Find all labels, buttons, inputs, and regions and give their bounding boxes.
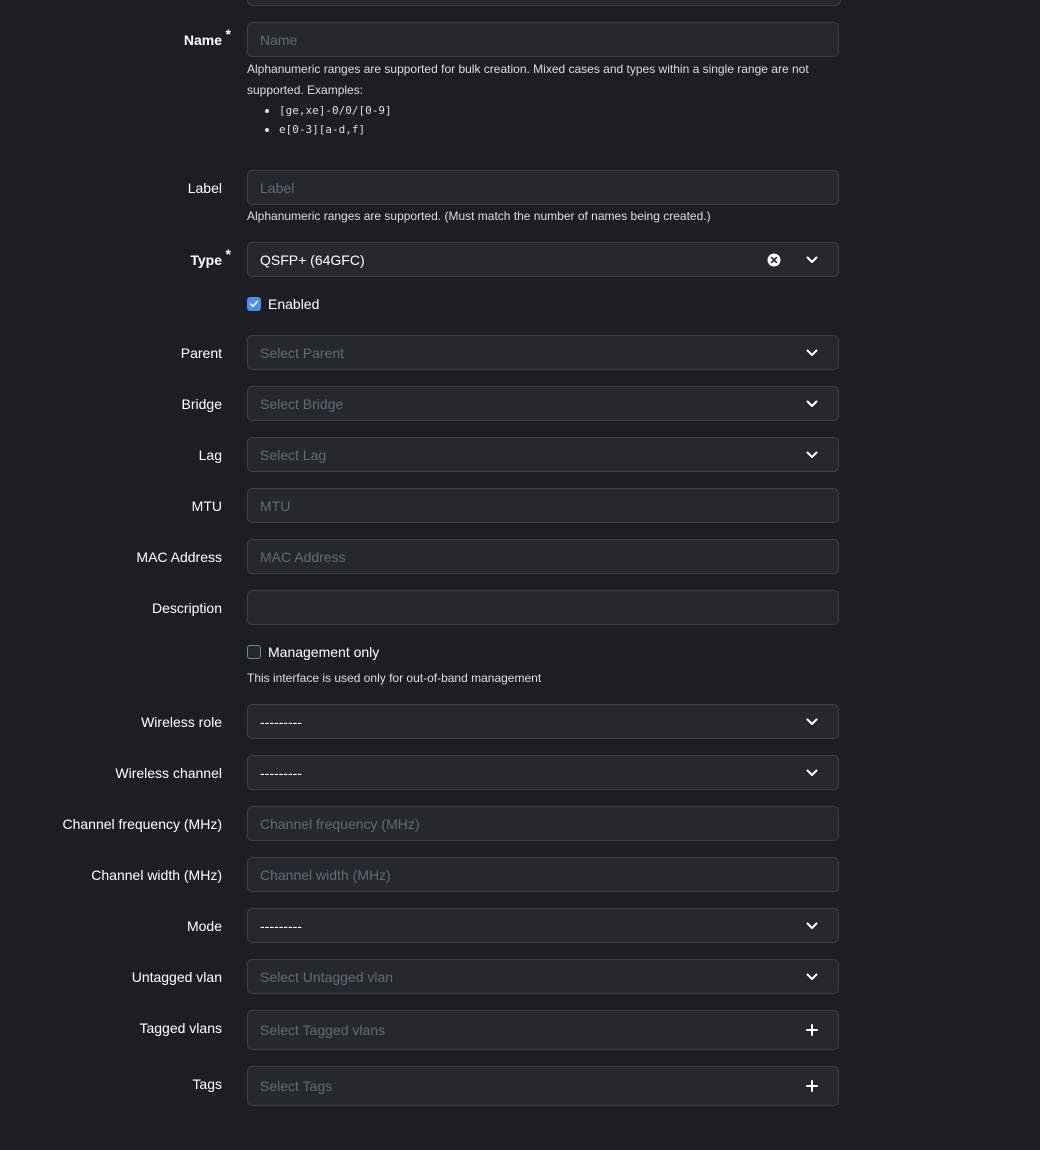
label-input[interactable]: Label [247, 170, 839, 205]
lag-label: Lag [198, 447, 222, 463]
name-examples-list: [ge,xe]-0/0/[0-9] e[0-3][a-d,f] [247, 101, 847, 139]
parent-label: Parent [180, 345, 222, 361]
chevron-down-icon[interactable] [806, 769, 818, 777]
management-only-help: This interface is used only for out-of-b… [247, 671, 542, 685]
name-label: Name * [183, 26, 231, 48]
channel-frequency-label: Channel frequency (MHz) [62, 816, 222, 832]
wireless-channel-select[interactable]: --------- [247, 755, 839, 790]
required-marker: * [225, 246, 231, 262]
mac-address-input[interactable]: MAC Address [247, 539, 839, 574]
interface-form: Name * Name Alphanumeric ranges are supp… [0, 0, 1040, 1150]
wireless-channel-label: Wireless channel [115, 765, 222, 781]
chevron-down-icon[interactable] [806, 349, 818, 357]
lag-select[interactable]: Select Lag [247, 437, 839, 472]
name-help: Alphanumeric ranges are supported for bu… [247, 59, 847, 139]
chevron-down-icon[interactable] [806, 922, 818, 930]
chevron-down-icon[interactable] [806, 451, 818, 459]
enabled-checkbox-row: Enabled [247, 295, 319, 313]
chevron-down-icon[interactable] [806, 973, 818, 981]
mode-select[interactable]: --------- [247, 908, 839, 943]
required-marker: * [225, 26, 231, 42]
type-label: Type * [190, 246, 231, 268]
name-input[interactable]: Name [247, 22, 839, 57]
clear-icon[interactable] [767, 253, 781, 267]
wireless-channel-value: --------- [260, 764, 302, 781]
description-label: Description [151, 600, 222, 616]
type-select[interactable]: QSFP+ (64GFC) [247, 242, 839, 277]
wireless-role-label: Wireless role [141, 714, 222, 730]
channel-frequency-placeholder: Channel frequency (MHz) [260, 815, 420, 832]
wireless-role-select[interactable]: --------- [247, 704, 839, 739]
plus-icon[interactable] [806, 1080, 818, 1092]
mode-label: Mode [186, 918, 222, 934]
mtu-label: MTU [191, 498, 222, 514]
chevron-down-icon[interactable] [806, 256, 818, 264]
management-only-label: Management only [268, 644, 380, 660]
wireless-role-value: --------- [260, 713, 302, 730]
enabled-checkbox[interactable] [247, 297, 261, 311]
tags-placeholder: Select Tags [260, 1078, 333, 1094]
type-select-value: QSFP+ (64GFC) [260, 251, 365, 268]
tagged-vlans-placeholder: Select Tagged vlans [260, 1022, 386, 1038]
channel-width-placeholder: Channel width (MHz) [260, 866, 391, 883]
bridge-label: Bridge [181, 396, 222, 412]
channel-frequency-input[interactable]: Channel frequency (MHz) [247, 806, 839, 841]
bridge-select-placeholder: Select Bridge [260, 395, 344, 412]
plus-icon[interactable] [806, 1024, 818, 1036]
chevron-down-icon[interactable] [806, 718, 818, 726]
untagged-vlan-label: Untagged vlan [131, 969, 222, 985]
list-item: [ge,xe]-0/0/[0-9] [279, 101, 847, 120]
tags-label: Tags [192, 1076, 222, 1092]
mtu-input-placeholder: MTU [260, 497, 291, 514]
management-only-checkbox[interactable] [247, 645, 261, 659]
previous-field[interactable] [247, 0, 841, 6]
bridge-select[interactable]: Select Bridge [247, 386, 839, 421]
lag-select-placeholder: Select Lag [260, 446, 327, 463]
tagged-vlans-select[interactable]: Select Tagged vlans [247, 1010, 839, 1050]
mac-address-label: MAC Address [136, 549, 222, 565]
name-help-text: Alphanumeric ranges are supported for bu… [247, 62, 809, 97]
mtu-input[interactable]: MTU [247, 488, 839, 523]
mac-address-input-placeholder: MAC Address [260, 548, 346, 565]
list-item: e[0-3][a-d,f] [279, 120, 847, 139]
untagged-vlan-select[interactable]: Select Untagged vlan [247, 959, 839, 994]
parent-select[interactable]: Select Parent [247, 335, 839, 370]
channel-width-input[interactable]: Channel width (MHz) [247, 857, 839, 892]
label-field-label: Label [187, 180, 222, 196]
label-help: Alphanumeric ranges are supported. (Must… [247, 209, 711, 223]
tagged-vlans-label: Tagged vlans [139, 1020, 222, 1036]
enabled-label: Enabled [268, 296, 320, 312]
chevron-down-icon[interactable] [806, 400, 818, 408]
management-only-row: Management only [247, 643, 379, 661]
description-input[interactable] [247, 590, 839, 625]
mode-value: --------- [260, 917, 302, 934]
name-input-placeholder: Name [260, 31, 298, 48]
channel-width-label: Channel width (MHz) [91, 867, 222, 883]
checkmark-icon [250, 300, 259, 308]
label-input-placeholder: Label [260, 179, 295, 196]
tags-select[interactable]: Select Tags [247, 1066, 839, 1106]
untagged-vlan-placeholder: Select Untagged vlan [260, 968, 394, 985]
parent-select-placeholder: Select Parent [260, 344, 345, 361]
